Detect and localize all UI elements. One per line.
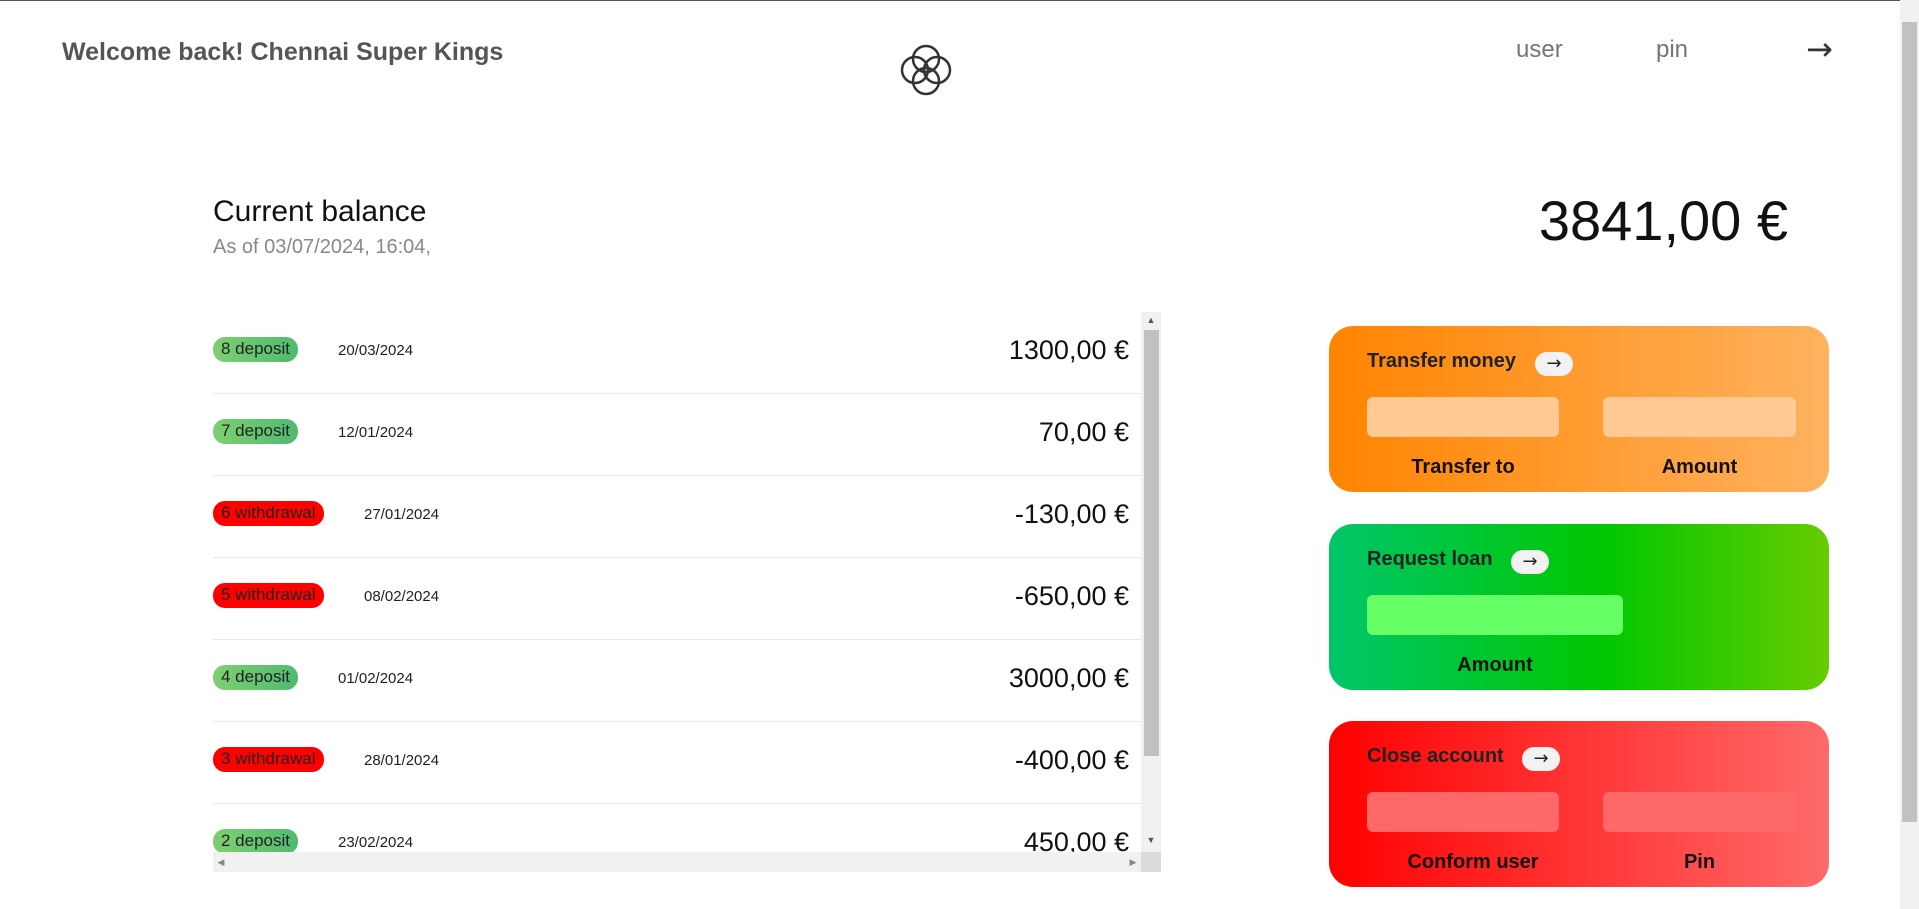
balance-value: 3841,00 €	[1538, 189, 1788, 252]
login-user-input[interactable]	[1516, 36, 1626, 64]
movement-row: 7 deposit 12/01/2024 70,00 €	[213, 394, 1141, 476]
close-pin-input[interactable]	[1603, 792, 1796, 832]
movement-type-badge: 8 deposit	[213, 337, 298, 362]
balance-label: Current balance	[213, 195, 427, 228]
movement-date: 28/01/2024	[364, 752, 440, 769]
movement-date: 23/02/2024	[338, 834, 414, 851]
movements-horizontal-scrollbar[interactable]: ◀ ▶	[213, 852, 1141, 872]
scroll-down-arrow-icon[interactable]: ▼	[1141, 832, 1161, 848]
movement-value: -650,00 €	[1014, 581, 1129, 611]
movement-row: 4 deposit 01/02/2024 3000,00 €	[213, 640, 1141, 722]
welcome-message: Welcome back! Chennai Super Kings	[62, 38, 504, 66]
close-submit-button[interactable]: →	[1522, 747, 1560, 771]
login-button[interactable]: →	[1806, 30, 1833, 68]
login-pin-input[interactable]	[1656, 36, 1746, 64]
movement-row: 6 withdrawal 27/01/2024 -130,00 €	[213, 476, 1141, 558]
loan-amount-label: Amount	[1457, 654, 1533, 676]
movement-row: 3 withdrawal 28/01/2024 -400,00 €	[213, 722, 1141, 804]
window-vertical-scrollbar[interactable]	[1900, 0, 1919, 909]
close-user-label: Conform user	[1407, 851, 1539, 873]
window-scrollbar-thumb[interactable]	[1902, 22, 1917, 822]
movement-date: 20/03/2024	[338, 342, 414, 359]
close-pin-label: Pin	[1683, 851, 1716, 873]
movement-value: 3000,00 €	[1008, 663, 1129, 693]
movement-row: 5 withdrawal 08/02/2024 -650,00 €	[213, 558, 1141, 640]
movement-date: 12/01/2024	[338, 424, 414, 441]
transfer-amount-label: Amount	[1661, 456, 1738, 478]
movement-type-badge: 6 withdrawal	[213, 501, 324, 526]
close-user-input[interactable]	[1367, 792, 1559, 832]
window-top-border	[0, 0, 1919, 1]
scrollbar-thumb[interactable]	[1144, 330, 1159, 756]
transfer-amount-input[interactable]	[1603, 397, 1796, 437]
close-account-title: Close account	[1367, 745, 1504, 767]
movements-list[interactable]: 8 deposit 20/03/2024 1300,00 € 7 deposit…	[213, 312, 1141, 852]
scroll-up-arrow-icon[interactable]: ▲	[1141, 312, 1161, 328]
movement-type-badge: 3 withdrawal	[213, 747, 324, 772]
transfer-money-title: Transfer money	[1367, 350, 1516, 372]
four-circles-logo-icon	[900, 44, 952, 96]
scroll-right-arrow-icon[interactable]: ▶	[1125, 852, 1141, 872]
movement-value: -400,00 €	[1014, 745, 1129, 775]
loan-amount-input[interactable]	[1367, 595, 1623, 635]
movement-row: 2 deposit 23/02/2024 450,00 €	[213, 804, 1141, 852]
movement-date: 08/02/2024	[364, 588, 440, 605]
movement-value: 1300,00 €	[1008, 335, 1129, 365]
close-account-panel: Close account → Conform user Pin	[1329, 721, 1829, 887]
loan-submit-button[interactable]: →	[1511, 550, 1549, 574]
movement-value: 450,00 €	[1023, 827, 1129, 852]
balance-date: As of 03/07/2024, 16:04,	[213, 236, 431, 258]
movement-row: 8 deposit 20/03/2024 1300,00 €	[213, 312, 1141, 394]
transfer-submit-button[interactable]: →	[1535, 352, 1573, 376]
movement-type-badge: 5 withdrawal	[213, 583, 324, 608]
movement-type-badge: 4 deposit	[213, 665, 298, 690]
scroll-left-arrow-icon[interactable]: ◀	[213, 852, 229, 872]
movement-date: 27/01/2024	[364, 506, 440, 523]
transfer-to-label: Transfer to	[1411, 456, 1515, 478]
movement-date: 01/02/2024	[338, 670, 414, 687]
request-loan-panel: Request loan → Amount	[1329, 524, 1829, 690]
movement-type-badge: 7 deposit	[213, 419, 298, 444]
transfer-to-input[interactable]	[1367, 397, 1559, 437]
request-loan-title: Request loan	[1367, 548, 1493, 570]
movement-type-badge: 2 deposit	[213, 829, 298, 852]
movement-value: -130,00 €	[1014, 499, 1129, 529]
movement-value: 70,00 €	[1038, 417, 1129, 447]
scrollbar-corner	[1141, 852, 1161, 872]
movements-vertical-scrollbar[interactable]: ▲ ▼	[1141, 312, 1161, 852]
transfer-money-panel: Transfer money → Transfer to Amount	[1329, 326, 1829, 492]
